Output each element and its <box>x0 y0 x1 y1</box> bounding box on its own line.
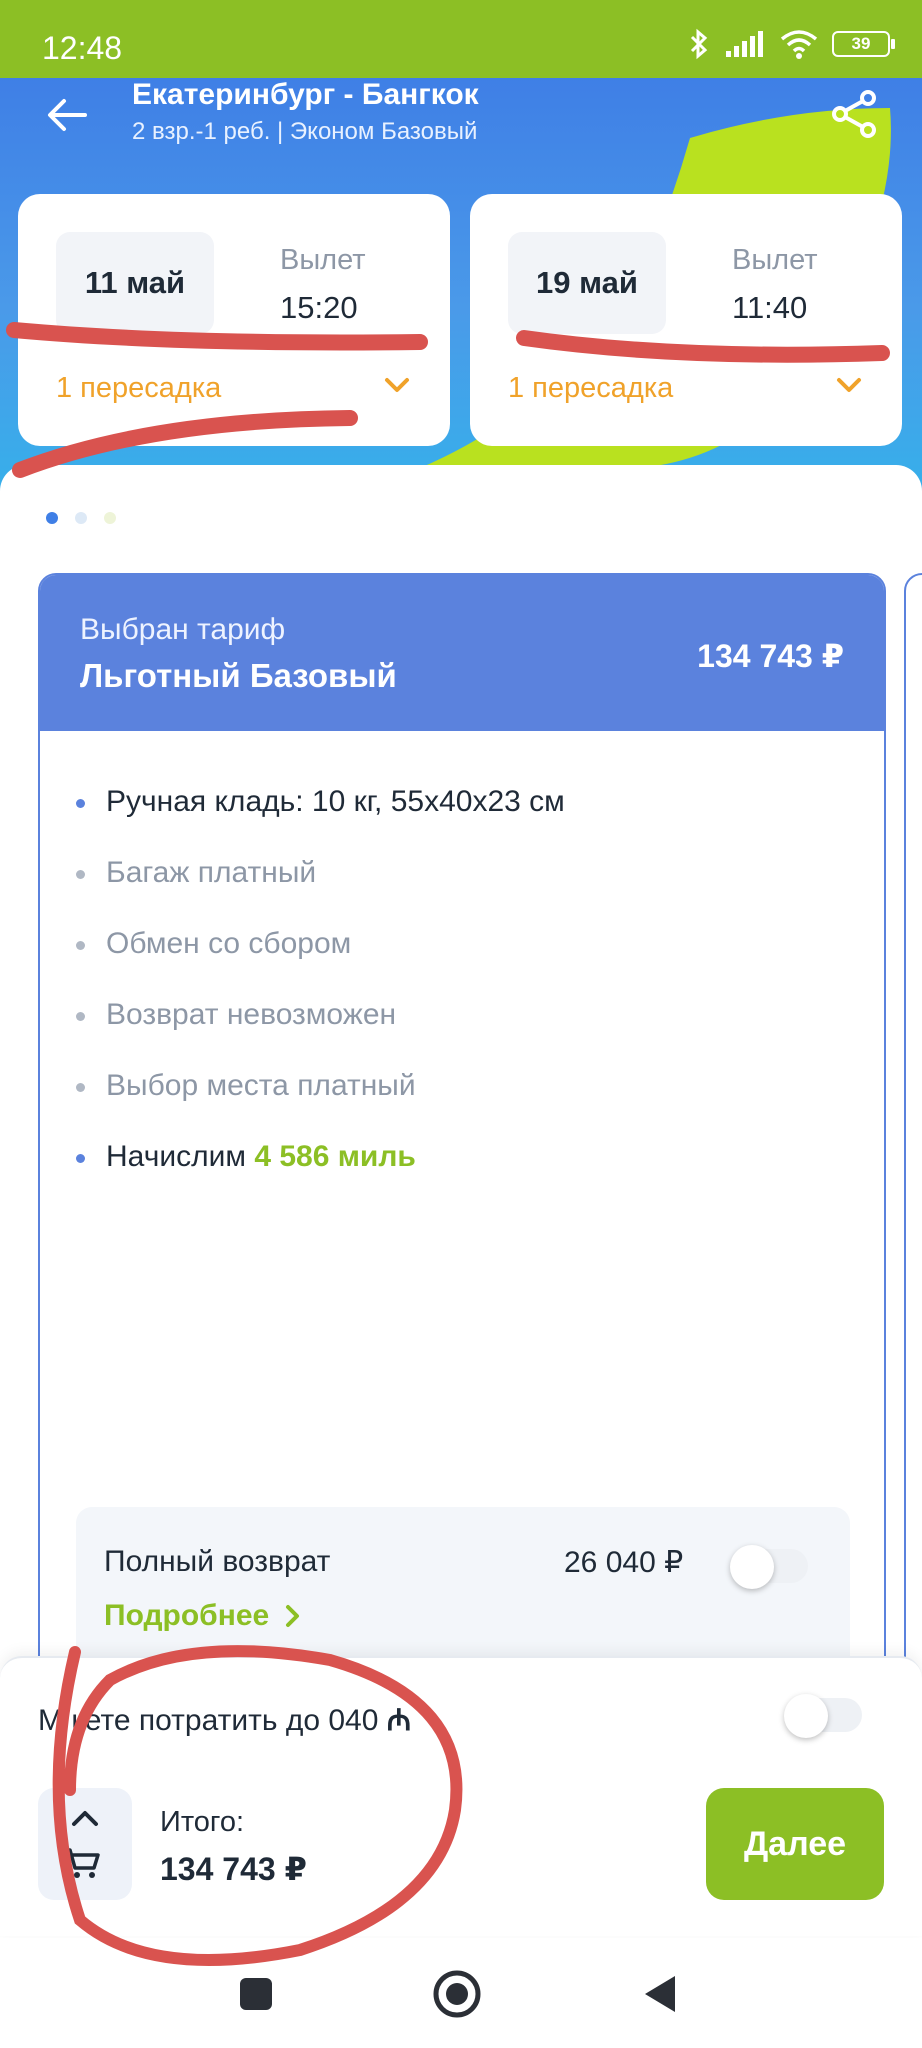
flight-header: Екатеринбург - Бангкок 2 взр.-1 реб. | Э… <box>0 78 922 498</box>
chevron-down-icon[interactable] <box>384 376 410 394</box>
feature-item: Ручная кладь: 10 кг, 55х40х23 см <box>76 785 565 856</box>
status-icons: 39 <box>686 28 895 60</box>
toggle-knob <box>730 1545 774 1589</box>
miles-spend-text: М кете потратить до 040 ₼ <box>38 1698 411 1739</box>
miles-symbol: ₼ <box>386 1704 412 1737</box>
cart-icon <box>64 1848 100 1878</box>
miles-spend-label: М кете потратить до 040 <box>38 1704 387 1737</box>
next-button[interactable]: Далее <box>706 1788 884 1900</box>
transfers-label: 1 пересадка <box>508 372 674 404</box>
back-arrow-icon <box>48 99 87 131</box>
flight-card-return[interactable]: 19 май Вылет 11:40 1 пересадка <box>470 194 902 446</box>
recents-button[interactable] <box>228 1966 284 2022</box>
route-title: Екатеринбург - Бангкок <box>132 78 479 111</box>
miles-feature-item: Начислим 4 586 миль <box>76 1140 565 1211</box>
flight-card-outbound[interactable]: 11 май Вылет 15:20 1 пересадка <box>18 194 450 446</box>
tariff-features: Ручная кладь: 10 кг, 55х40х23 см Багаж п… <box>76 785 565 1211</box>
route-subtitle: 2 взр.-1 реб. | Эконом Базовый <box>132 118 478 145</box>
status-bar: 12:48 39 <box>0 0 922 78</box>
next-tariff-card-edge[interactable] <box>904 573 922 1773</box>
home-circle-icon <box>433 1970 481 2018</box>
flight-date: 11 май <box>56 232 214 334</box>
tariff-header: Выбран тариф Льготный Базовый 134 743 ₽ <box>40 575 884 731</box>
carousel-dot[interactable] <box>104 512 116 524</box>
carousel-dot-active[interactable] <box>46 512 58 524</box>
tariff-content: Выбран тариф Льготный Базовый 134 743 ₽ … <box>0 465 922 1773</box>
departure-time: 15:20 <box>280 290 358 325</box>
share-button[interactable] <box>826 86 882 142</box>
bottom-summary: М кете потратить до 040 ₼ Итого: 134 743… <box>0 1656 922 1936</box>
transfers-label: 1 пересадка <box>56 372 222 404</box>
chevron-up-icon <box>72 1811 98 1826</box>
miles-value: 4 586 миль <box>254 1140 416 1173</box>
total-value: 134 743 ₽ <box>160 1851 307 1887</box>
feature-item: Багаж платный <box>76 856 565 927</box>
home-button[interactable] <box>429 1966 485 2022</box>
toggle-knob <box>784 1694 828 1738</box>
share-icon <box>832 90 876 138</box>
chevron-down-icon[interactable] <box>836 376 862 394</box>
refund-more-link[interactable]: Подробнее <box>104 1599 301 1633</box>
flight-date: 19 май <box>508 232 666 334</box>
miles-spend-toggle[interactable] <box>784 1694 862 1738</box>
departure-label: Вылет <box>280 244 366 276</box>
cart-expand-button[interactable] <box>38 1788 132 1900</box>
tariff-price: 134 743 ₽ <box>697 638 844 674</box>
wifi-icon <box>780 30 818 59</box>
battery-icon: 39 <box>832 31 895 57</box>
status-time: 12:48 <box>42 30 123 66</box>
carousel-dots <box>46 512 116 524</box>
feature-item: Обмен со сбором <box>76 927 565 998</box>
miles-prefix: Начислим <box>106 1140 246 1173</box>
feature-item: Возврат невозможен <box>76 998 565 1069</box>
total-label: Итого: <box>160 1806 245 1838</box>
tariff-chosen-label: Выбран тариф <box>80 613 286 646</box>
system-nav-bar <box>0 1938 922 2048</box>
more-label: Подробнее <box>104 1599 270 1632</box>
feature-item: Выбор места платный <box>76 1069 565 1140</box>
departure-label: Вылет <box>732 244 818 276</box>
chevron-right-icon <box>286 1605 300 1627</box>
back-triangle-icon <box>645 1976 675 2012</box>
back-nav-button[interactable] <box>632 1966 688 2022</box>
signal-icon <box>726 31 763 57</box>
bluetooth-icon <box>690 28 708 60</box>
refund-title: Полный возврат <box>104 1545 331 1578</box>
refund-toggle[interactable] <box>730 1545 808 1589</box>
carousel-dot[interactable] <box>75 512 87 524</box>
tariff-name: Льготный Базовый <box>80 657 397 694</box>
tariff-card[interactable]: Выбран тариф Льготный Базовый 134 743 ₽ … <box>38 573 886 1773</box>
square-icon <box>240 1978 272 2010</box>
refund-price: 26 040 ₽ <box>564 1546 684 1579</box>
back-button[interactable] <box>40 88 94 142</box>
departure-time: 11:40 <box>732 290 808 325</box>
